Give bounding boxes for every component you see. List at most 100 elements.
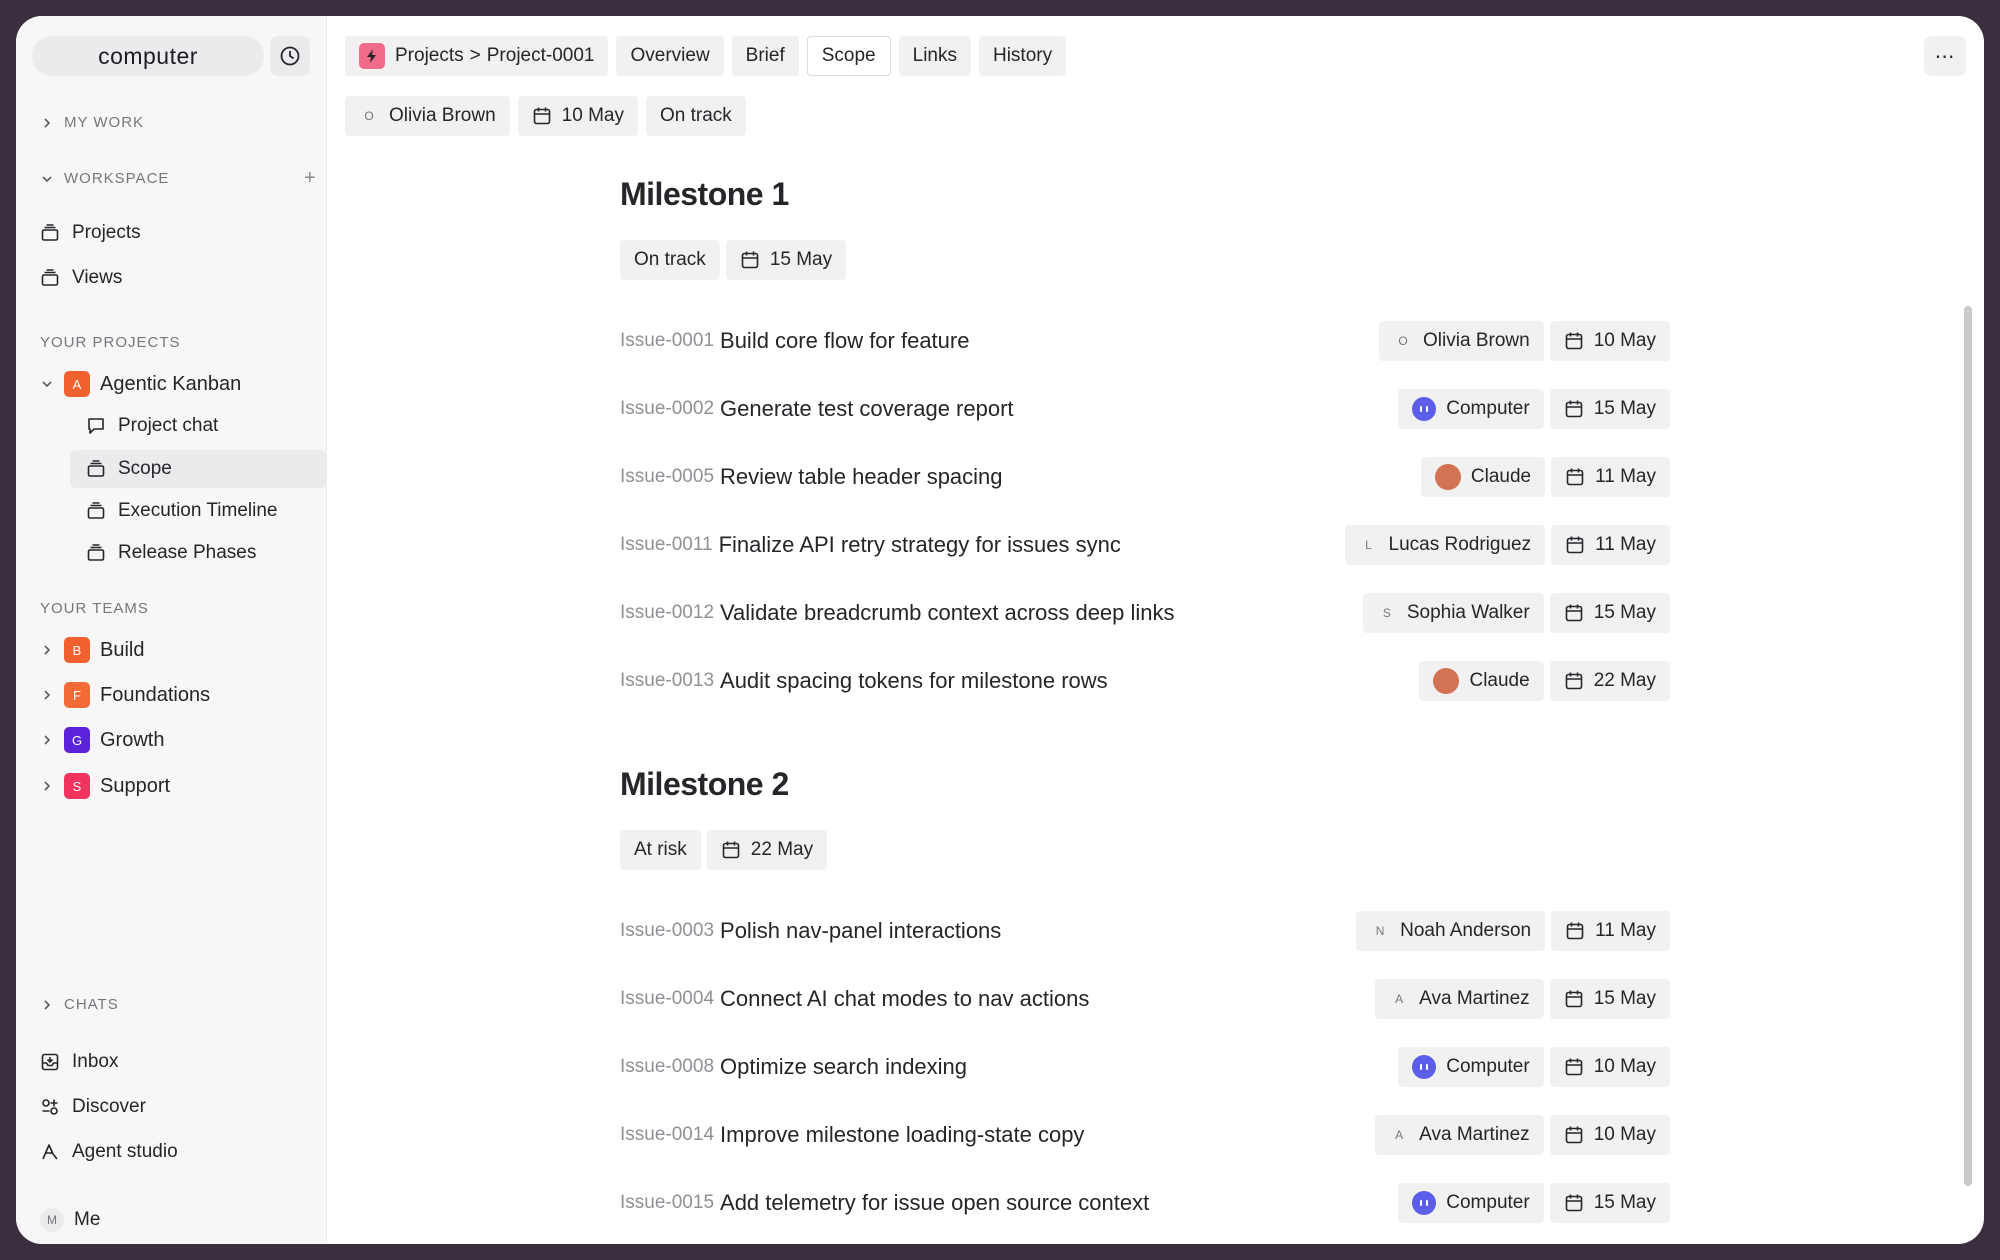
chevron-right-icon xyxy=(40,779,54,793)
issue-row[interactable]: Issue-0004 Connect AI chat modes to nav a… xyxy=(620,979,1670,1019)
issue-title[interactable]: Validate breadcrumb context across deep … xyxy=(720,600,1175,626)
issue-row[interactable]: Issue-0012 Validate breadcrumb context ac… xyxy=(620,593,1670,633)
sidebar-item-team-growth[interactable]: G Growth xyxy=(40,721,164,759)
issue-meta: A Ava Martinez 10 May xyxy=(1375,1115,1670,1155)
sidebar-item-discover[interactable]: Discover xyxy=(40,1088,146,1126)
issue-title[interactable]: Polish nav-panel interactions xyxy=(720,918,1001,944)
sidebar-item-me[interactable]: M Me xyxy=(40,1201,100,1239)
status-badge[interactable]: On track xyxy=(620,240,720,280)
due-date-chip[interactable]: 22 May xyxy=(1549,661,1670,701)
status-badge[interactable]: On track xyxy=(645,96,746,136)
avatar: N xyxy=(1375,924,1385,938)
assignee-chip[interactable]: Computer xyxy=(1398,389,1544,429)
lightning-icon xyxy=(359,43,385,69)
issue-title[interactable]: Add telemetry for issue open source cont… xyxy=(720,1190,1149,1216)
assignee-name: Computer xyxy=(1446,1056,1530,1077)
sidebar-item-team-support[interactable]: S Support xyxy=(40,767,170,805)
issue-row[interactable]: Issue-0014 Improve milestone loading-stat… xyxy=(620,1115,1670,1155)
add-workspace-icon[interactable]: + xyxy=(304,167,316,190)
due-date-chip[interactable]: 15 May xyxy=(1549,593,1670,633)
assignee-chip[interactable]: Computer xyxy=(1398,1183,1544,1223)
assignee-chip[interactable]: Claude xyxy=(1419,661,1544,701)
issue-row[interactable]: Issue-0003 Polish nav-panel interactions N… xyxy=(620,911,1670,951)
issue-title[interactable]: Improve milestone loading-state copy xyxy=(720,1122,1084,1148)
sidebar-item-team-build[interactable]: B Build xyxy=(40,631,144,669)
date-chip[interactable]: 10 May xyxy=(517,96,638,136)
app-logo[interactable]: computer xyxy=(32,36,264,76)
breadcrumb-root[interactable]: Projects xyxy=(395,45,464,67)
due-date-chip[interactable]: 15 May xyxy=(1549,389,1670,429)
issue-title[interactable]: Audit spacing tokens for milestone rows xyxy=(720,668,1108,694)
team-label: Growth xyxy=(100,728,165,751)
sidebar-item-agentic-kanban[interactable]: A Agentic Kanban xyxy=(40,365,241,403)
your-teams-heading: YOUR TEAMS xyxy=(40,600,149,617)
assignee-chip[interactable]: N Noah Anderson xyxy=(1356,911,1546,951)
due-date-chip[interactable]: 10 May xyxy=(1549,1115,1670,1155)
tab-overview[interactable]: Overview xyxy=(616,36,724,76)
assignee-chip[interactable]: O Olivia Brown xyxy=(1379,321,1544,361)
issue-title[interactable]: Review table header spacing xyxy=(720,464,1003,490)
calendar-icon xyxy=(1564,1193,1584,1213)
chats-section[interactable]: CHATS xyxy=(40,996,119,1013)
issue-meta: A Ava Martinez 15 May xyxy=(1375,979,1670,1019)
issue-row[interactable]: Issue-0002 Generate test coverage report C… xyxy=(620,389,1670,429)
issue-row[interactable]: Issue-0008 Optimize search indexing Comput… xyxy=(620,1047,1670,1087)
sidebar-item-release-phases[interactable]: Release Phases xyxy=(86,534,256,572)
assignee-chip[interactable]: S Sophia Walker xyxy=(1362,593,1544,633)
assignee-chip[interactable]: L Lucas Rodriguez xyxy=(1344,525,1546,565)
issue-title[interactable]: Connect AI chat modes to nav actions xyxy=(720,986,1089,1012)
assignee-chip[interactable]: Computer xyxy=(1398,1047,1544,1087)
issue-row[interactable]: Issue-0011 Finalize API retry strategy fo… xyxy=(620,525,1670,565)
sidebar-item-team-foundations[interactable]: F Foundations xyxy=(40,676,210,714)
my-work-section[interactable]: MY WORK xyxy=(40,114,144,131)
more-options-button[interactable]: ⋯ xyxy=(1924,36,1966,76)
sidebar-item-execution-timeline[interactable]: Execution Timeline xyxy=(86,492,277,530)
due-date-chip[interactable]: 15 May xyxy=(1549,1183,1670,1223)
sidebar-item-projects[interactable]: Projects xyxy=(40,214,141,252)
breadcrumb[interactable]: Projects > Project-0001 xyxy=(345,36,609,76)
scrollbar[interactable] xyxy=(1964,306,1972,1186)
issue-row[interactable]: Issue-0001 Build core flow for feature O Ol… xyxy=(620,321,1670,361)
sidebar-item-label: Discover xyxy=(72,1096,146,1117)
sidebar-item-inbox[interactable]: Inbox xyxy=(40,1043,118,1081)
tab-history[interactable]: History xyxy=(978,36,1067,76)
issue-row[interactable]: Issue-0005 Review table header spacing Cla… xyxy=(620,457,1670,497)
due-date-chip[interactable]: 11 May xyxy=(1551,911,1670,951)
breadcrumb-current[interactable]: Project-0001 xyxy=(487,45,595,67)
avatar: L xyxy=(1365,538,1372,552)
status-badge[interactable]: At risk xyxy=(620,830,701,870)
sidebar-item-scope[interactable]: Scope xyxy=(70,450,326,488)
date-label: 15 May xyxy=(1593,398,1656,419)
tab-scope[interactable]: Scope xyxy=(806,36,891,76)
due-date-chip[interactable]: 11 May xyxy=(1551,457,1670,497)
due-date-chip[interactable]: 10 May xyxy=(1549,1047,1670,1087)
issue-row[interactable]: Issue-0013 Audit spacing tokens for miles… xyxy=(620,661,1670,701)
date-chip[interactable]: 22 May xyxy=(706,830,828,870)
assignee-name: Claude xyxy=(1469,670,1530,691)
due-date-chip[interactable]: 10 May xyxy=(1549,321,1670,361)
assignee-chip[interactable]: A Ava Martinez xyxy=(1375,1115,1544,1155)
sidebar-item-views[interactable]: Views xyxy=(40,259,122,297)
issue-title[interactable]: Finalize API retry strategy for issues s… xyxy=(719,532,1121,558)
sidebar-item-label: Execution Timeline xyxy=(118,500,278,521)
due-date-chip[interactable]: 15 May xyxy=(1549,979,1670,1019)
due-date-chip[interactable]: 11 May xyxy=(1551,525,1670,565)
agent-studio-icon xyxy=(40,1142,60,1162)
issue-title[interactable]: Build core flow for feature xyxy=(720,328,969,354)
assignee-chip[interactable]: Claude xyxy=(1420,457,1546,497)
issue-title[interactable]: Generate test coverage report xyxy=(720,396,1014,422)
tab-brief[interactable]: Brief xyxy=(731,36,799,76)
tab-links[interactable]: Links xyxy=(898,36,971,76)
issue-title[interactable]: Optimize search indexing xyxy=(720,1054,967,1080)
team-badge: G xyxy=(64,727,90,753)
date-chip[interactable]: 15 May xyxy=(725,240,847,280)
date-label: 10 May xyxy=(1593,1056,1656,1077)
sidebar-item-agent-studio[interactable]: Agent studio xyxy=(40,1133,178,1171)
owner-chip[interactable]: O Olivia Brown xyxy=(345,96,510,136)
stack-icon xyxy=(40,223,60,243)
assignee-chip[interactable]: A Ava Martinez xyxy=(1375,979,1544,1019)
sidebar-item-project-chat[interactable]: Project chat xyxy=(86,407,218,445)
workspace-section[interactable]: WORKSPACE + xyxy=(40,167,320,190)
issue-row[interactable]: Issue-0015 Add telemetry for issue open s… xyxy=(620,1183,1670,1223)
history-button[interactable] xyxy=(270,36,310,76)
